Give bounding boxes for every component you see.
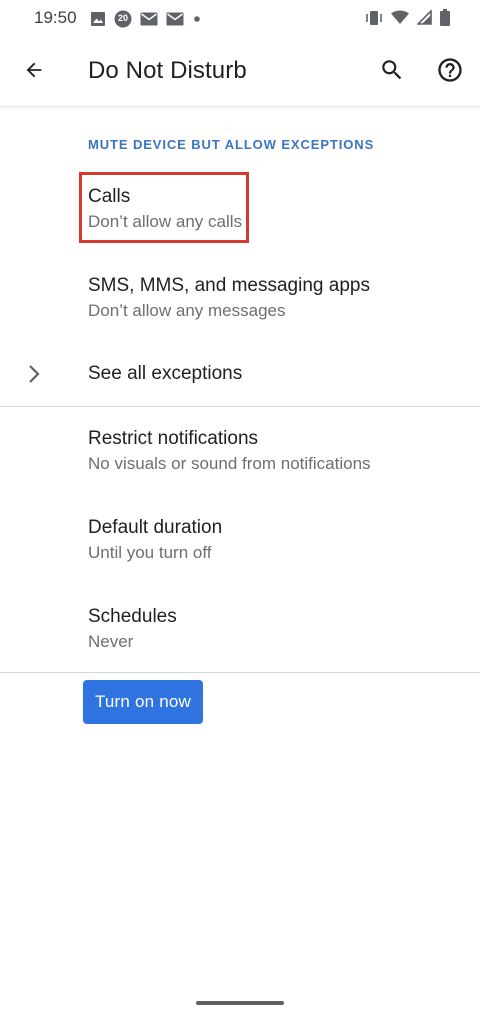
page-title: Do Not Disturb bbox=[88, 57, 247, 84]
mail-icon bbox=[166, 12, 184, 26]
item-title: Schedules bbox=[88, 606, 177, 627]
mail-icon bbox=[140, 12, 158, 26]
turn-on-now-button[interactable]: Turn on now bbox=[83, 680, 203, 724]
dot-icon bbox=[192, 14, 202, 24]
item-title: Default duration bbox=[88, 517, 223, 538]
highlight-box bbox=[79, 172, 249, 243]
item-title: See all exceptions bbox=[88, 363, 243, 384]
vibrate-icon bbox=[365, 10, 383, 26]
arrow-back-icon bbox=[23, 59, 45, 86]
image-icon bbox=[90, 11, 106, 27]
help-icon bbox=[436, 56, 464, 89]
divider bbox=[0, 406, 480, 407]
signal-icon bbox=[417, 10, 432, 25]
search-button[interactable] bbox=[374, 54, 410, 90]
status-time: 19:50 bbox=[34, 8, 77, 27]
app-bar: Do Not Disturb bbox=[0, 38, 480, 107]
notification-icons: 20 bbox=[90, 10, 202, 28]
restrict-notifications-item[interactable]: Restrict notifications No visuals or sou… bbox=[0, 416, 480, 486]
back-button[interactable] bbox=[16, 54, 52, 90]
battery-icon bbox=[440, 9, 450, 26]
help-button[interactable] bbox=[432, 54, 468, 90]
default-duration-item[interactable]: Default duration Until you turn off bbox=[0, 505, 480, 575]
gesture-nav-handle[interactable] bbox=[196, 1001, 284, 1005]
status-bar: 19:50 20 bbox=[0, 0, 480, 38]
badge-20-text: 20 bbox=[117, 13, 128, 23]
section-header: MUTE DEVICE BUT ALLOW EXCEPTIONS bbox=[88, 137, 375, 152]
wifi-icon bbox=[391, 10, 409, 25]
divider bbox=[0, 672, 480, 673]
see-all-exceptions-item[interactable]: See all exceptions bbox=[0, 343, 480, 405]
badge-20-icon: 20 bbox=[114, 10, 132, 28]
schedules-item[interactable]: Schedules Never bbox=[0, 594, 480, 664]
messages-item[interactable]: SMS, MMS, and messaging apps Don’t allow… bbox=[0, 262, 480, 332]
chevron-right-icon bbox=[26, 363, 42, 385]
search-icon bbox=[379, 57, 405, 88]
item-title: Restrict notifications bbox=[88, 428, 259, 449]
item-title: SMS, MMS, and messaging apps bbox=[88, 275, 370, 296]
item-subtitle: Don’t allow any messages bbox=[88, 301, 286, 320]
system-icons bbox=[365, 9, 450, 26]
item-subtitle: Until you turn off bbox=[88, 543, 212, 562]
item-subtitle: No visuals or sound from notifications bbox=[88, 454, 371, 473]
item-subtitle: Never bbox=[88, 632, 134, 651]
